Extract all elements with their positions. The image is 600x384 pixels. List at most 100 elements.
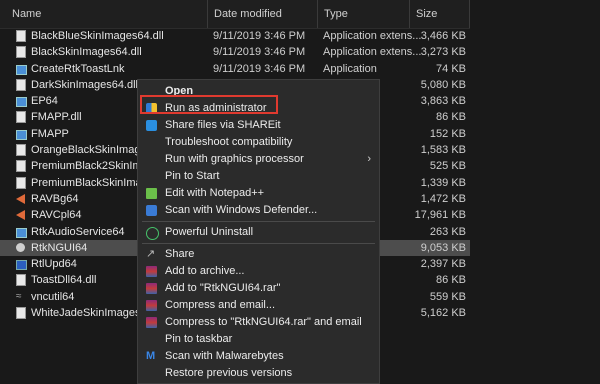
app-file-icon xyxy=(16,97,27,108)
app-file-icon xyxy=(16,64,27,75)
menu-item-label: Add to archive... xyxy=(165,265,245,277)
dll-file-icon xyxy=(16,111,26,124)
menu-item-pin-to-taskbar[interactable]: Pin to taskbar xyxy=(138,331,379,348)
menu-item-open[interactable]: Open xyxy=(138,83,379,100)
dll-file-icon xyxy=(16,160,26,173)
column-header: Name Date modified Type Size xyxy=(0,0,470,29)
menu-item-windows-defender[interactable]: Scan with Windows Defender... xyxy=(138,202,379,219)
menu-item-label: Pin to taskbar xyxy=(165,333,233,345)
menu-item-label: Add to "RtkNGUI64.rar" xyxy=(165,282,281,294)
file-size: 1,472 KB xyxy=(420,192,466,205)
dll-file-icon xyxy=(16,176,26,189)
winrar-icon xyxy=(146,300,157,311)
menu-item-malwarebytes[interactable]: M Scan with Malwarebytes xyxy=(138,348,379,365)
menu-item-add-to-rar[interactable]: Add to "RtkNGUI64.rar" xyxy=(138,280,379,297)
file-size: 3,273 KB xyxy=(420,46,466,59)
menu-item-label: Scan with Windows Defender... xyxy=(165,204,318,216)
file-size: 3,466 KB xyxy=(420,30,466,42)
file-name: BlackSkinImages64.dll xyxy=(31,46,142,59)
menu-item-notepad-plus-plus[interactable]: Edit with Notepad++ xyxy=(138,185,379,202)
winrar-icon xyxy=(146,283,157,294)
file-size: 86 KB xyxy=(436,111,466,124)
file-size: 263 KB xyxy=(429,225,466,238)
menu-item-label: Run as administrator xyxy=(165,102,267,114)
dll-file-icon xyxy=(16,274,26,287)
menu-item-troubleshoot[interactable]: Troubleshoot compatibility xyxy=(138,134,379,151)
context-menu: Open Run as administrator Share files vi… xyxy=(137,79,380,384)
file-size: 525 KB xyxy=(429,160,466,173)
file-name: RAVCpl64 xyxy=(31,209,82,222)
menu-item-label: Compress and email... xyxy=(165,299,276,311)
menu-item-label: Edit with Notepad++ xyxy=(165,187,265,199)
menu-item-graphics-processor[interactable]: Run with graphics processor › xyxy=(138,151,379,168)
vol-file-icon xyxy=(16,210,25,221)
file-size: 5,080 KB xyxy=(420,78,466,91)
exe-file-icon xyxy=(16,260,27,271)
menu-item-run-as-administrator[interactable]: Run as administrator xyxy=(138,100,379,117)
uac-shield-icon xyxy=(146,103,157,114)
vnc-file-icon: ≈ xyxy=(16,290,22,302)
file-row[interactable]: CreateRtkToastLnk 9/11/2019 3:46 PM Applic… xyxy=(0,61,470,77)
malwarebytes-icon: M xyxy=(146,350,156,362)
notepad-plus-plus-icon xyxy=(146,188,157,199)
menu-item-add-to-archive[interactable]: Add to archive... xyxy=(138,263,379,280)
file-row[interactable]: BlackSkinImages64.dll 9/11/2019 3:46 PM Ap… xyxy=(0,44,470,60)
file-size: 152 KB xyxy=(429,127,466,140)
menu-item-label: Run with graphics processor xyxy=(165,153,304,165)
file-name: RtkNGUI64 xyxy=(31,241,88,254)
file-date: 9/11/2019 3:46 PM xyxy=(213,62,306,75)
column-name[interactable]: Name xyxy=(0,0,208,28)
menu-item-shareit[interactable]: Share files via SHAREit xyxy=(138,117,379,134)
winrar-icon xyxy=(146,266,157,277)
menu-item-share[interactable]: ↗ Share xyxy=(138,246,379,263)
dll-file-icon xyxy=(16,307,26,320)
menu-item-label: Scan with Malwarebytes xyxy=(165,350,284,362)
menu-item-label: Open xyxy=(165,85,194,97)
file-size: 559 KB xyxy=(429,290,466,303)
menu-item-label: Powerful Uninstall xyxy=(165,226,254,238)
file-date: 9/11/2019 3:46 PM xyxy=(213,30,306,42)
app-file-icon xyxy=(16,129,27,140)
file-row[interactable]: BlackBlueSkinImages64.dll 9/11/2019 3:46 … xyxy=(0,28,470,44)
menu-separator xyxy=(142,243,375,244)
menu-item-label: Share xyxy=(165,248,195,260)
file-name: BlackBlueSkinImages64.dll xyxy=(31,30,164,42)
column-date-modified[interactable]: Date modified xyxy=(208,0,318,28)
app-file-icon xyxy=(16,227,27,238)
file-size: 2,397 KB xyxy=(420,258,466,271)
file-name: ToastDll64.dll xyxy=(31,274,97,287)
menu-item-label: Troubleshoot compatibility xyxy=(165,136,293,148)
uninstall-icon xyxy=(146,227,159,240)
vol-file-icon xyxy=(16,193,25,204)
file-name: FMAPP.dll xyxy=(31,111,82,124)
file-name: RtkAudioService64 xyxy=(31,225,125,238)
column-type[interactable]: Type xyxy=(318,0,410,28)
menu-item-compress-rar-and-email[interactable]: Compress to "RtkNGUI64.rar" and email xyxy=(138,314,379,331)
file-name: FMAPP xyxy=(31,127,69,140)
column-size[interactable]: Size xyxy=(410,0,470,28)
file-size: 1,583 KB xyxy=(420,144,466,157)
file-name: RAVBg64 xyxy=(31,192,79,205)
rtk-file-icon xyxy=(16,242,25,252)
dll-file-icon xyxy=(16,144,26,157)
file-type: Application extens... xyxy=(323,46,422,59)
menu-item-label: Compress to "RtkNGUI64.rar" and email xyxy=(165,316,362,328)
file-size: 86 KB xyxy=(436,274,466,287)
menu-item-powerful-uninstall[interactable]: Powerful Uninstall xyxy=(138,224,379,241)
menu-item-restore-previous-versions[interactable]: Restore previous versions xyxy=(138,365,379,382)
menu-item-label: Share files via SHAREit xyxy=(165,119,281,131)
file-size: 17,961 KB xyxy=(414,209,466,222)
file-name: CreateRtkToastLnk xyxy=(31,62,125,75)
menu-item-label: Restore previous versions xyxy=(165,367,293,379)
file-type: Application extens... xyxy=(323,30,422,42)
dll-file-icon xyxy=(16,30,26,42)
file-size: 1,339 KB xyxy=(420,176,466,189)
dll-file-icon xyxy=(16,78,26,91)
file-name: RtlUpd64 xyxy=(31,258,77,271)
share-icon: ↗ xyxy=(146,248,156,260)
menu-item-compress-and-email[interactable]: Compress and email... xyxy=(138,297,379,314)
file-size: 3,863 KB xyxy=(420,95,466,108)
file-name: DarkSkinImages64.dll xyxy=(31,78,138,91)
menu-item-pin-to-start[interactable]: Pin to Start xyxy=(138,168,379,185)
submenu-arrow-icon: › xyxy=(367,153,371,165)
